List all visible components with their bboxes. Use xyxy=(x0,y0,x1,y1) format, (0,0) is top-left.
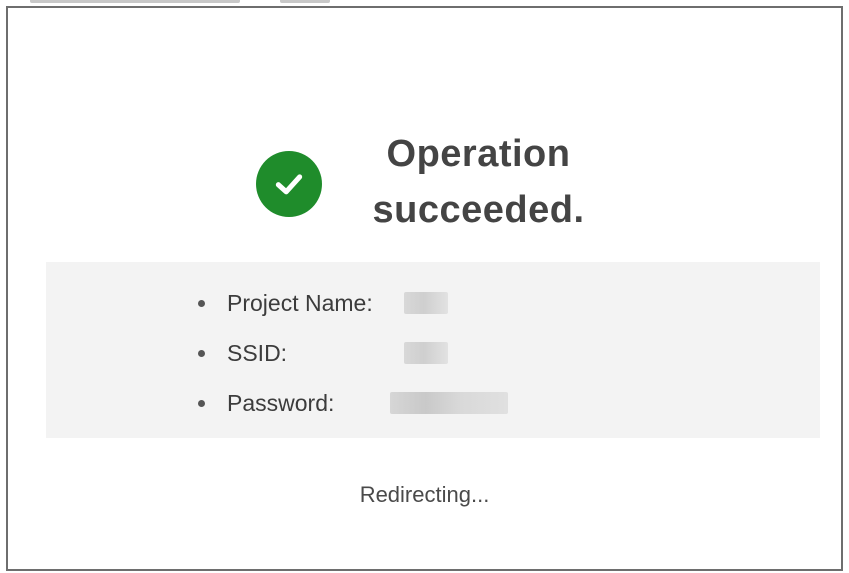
detail-label: SSID: xyxy=(227,339,288,366)
detail-ssid: SSID: xyxy=(198,328,508,378)
details-panel: Project Name: SSID: Password: xyxy=(46,262,820,438)
redirect-status: Redirecting... xyxy=(359,482,490,507)
dialog-header: Operation succeeded. xyxy=(8,126,841,238)
bullet xyxy=(198,399,205,407)
check-circle-icon xyxy=(255,151,322,217)
detail-label: Project Name: xyxy=(227,289,373,316)
dialog-title: Operation succeeded. xyxy=(372,133,585,231)
bullet xyxy=(198,299,205,307)
redacted-ssid-value xyxy=(404,342,448,364)
details-list: Project Name: SSID: Password: xyxy=(198,278,508,428)
detail-project-name: Project Name: xyxy=(198,278,508,328)
detail-password: Password: xyxy=(198,378,508,428)
bullet xyxy=(198,349,205,357)
success-dialog: Operation succeeded. Project Name: SSID:… xyxy=(6,6,843,571)
background-page-text xyxy=(30,0,350,5)
redacted-project-name-value xyxy=(404,292,448,314)
checkmark-icon xyxy=(275,174,302,195)
redacted-password-value xyxy=(390,392,508,414)
